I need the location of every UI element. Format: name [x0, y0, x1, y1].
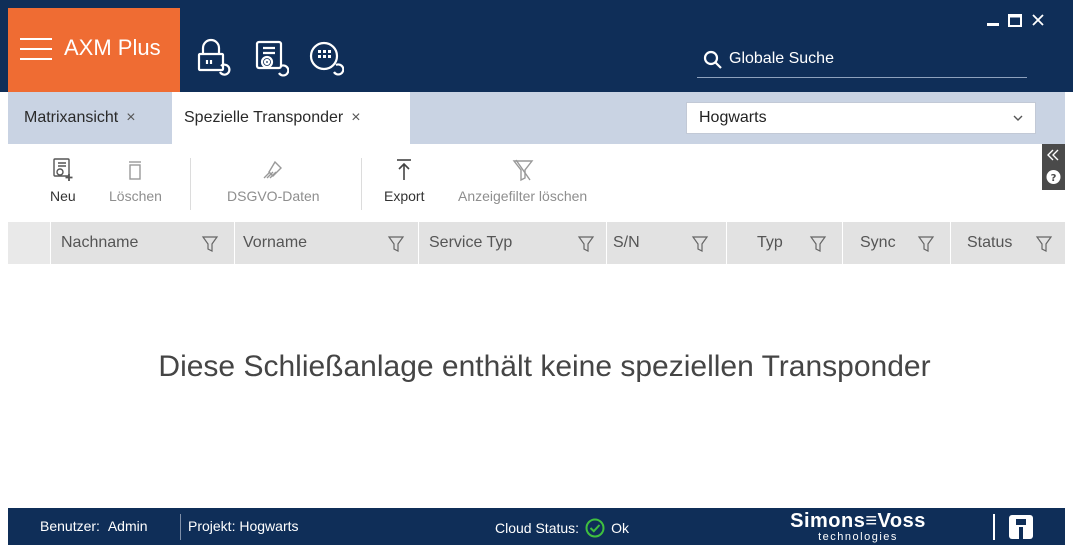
- simonsvoss-logo: Simons≡Voss technologies: [768, 510, 948, 544]
- filter-icon[interactable]: [577, 235, 595, 253]
- row-selector-header[interactable]: [8, 222, 50, 264]
- column-label: Typ: [757, 234, 783, 251]
- app-window: AXM Plus Globale Suche Matrixansicht × S…: [0, 0, 1073, 545]
- column-vorname[interactable]: Vorname: [234, 222, 418, 264]
- toolbar-divider: [361, 158, 362, 210]
- logo-subtitle: technologies: [818, 531, 898, 543]
- global-search[interactable]: Globale Suche: [697, 48, 1027, 78]
- project-label: Projekt:: [188, 518, 236, 534]
- gdpr-label: DSGVO-Daten: [227, 188, 320, 204]
- tab-bar: Matrixansicht × Spezielle Transponder × …: [8, 92, 1065, 144]
- filter-icon[interactable]: [1035, 235, 1053, 253]
- trash-icon: [129, 161, 142, 180]
- project-value: Hogwarts: [239, 518, 299, 534]
- tab-label: Matrixansicht: [24, 109, 119, 126]
- toolbar: Neu Löschen DSGVO-Daten Export Anzeigefi…: [8, 144, 1065, 222]
- filter-icon[interactable]: [387, 235, 405, 253]
- transponder-sync-icon[interactable]: [253, 38, 290, 78]
- cloud-status: Cloud Status: Ok: [495, 518, 629, 538]
- column-label: S/N: [613, 234, 640, 251]
- filter-clear-icon: [512, 159, 534, 182]
- svg-text:?: ?: [1051, 173, 1057, 184]
- new-button[interactable]: Neu: [50, 158, 76, 204]
- search-icon: [703, 50, 722, 69]
- logo-divider: [993, 514, 995, 540]
- side-panel-toggle[interactable]: ?: [1042, 144, 1065, 190]
- column-serial-number[interactable]: S/N: [606, 222, 726, 264]
- filter-icon[interactable]: [201, 235, 219, 253]
- gdpr-icon: [263, 160, 283, 179]
- keypad-sync-icon[interactable]: [308, 38, 345, 78]
- maximize-icon[interactable]: [1007, 12, 1023, 28]
- column-service-typ[interactable]: Service Typ: [418, 222, 606, 264]
- current-project: Projekt: Hogwarts: [188, 518, 299, 534]
- column-label: Nachname: [61, 234, 139, 251]
- tab-close-icon[interactable]: ×: [126, 109, 135, 127]
- toolbar-divider: [190, 158, 191, 210]
- clear-filter-label: Anzeigefilter löschen: [458, 188, 588, 204]
- cloud-value: Ok: [611, 520, 629, 536]
- clear-display-filter-button[interactable]: Anzeigefilter löschen: [458, 158, 587, 204]
- export-icon: [397, 159, 412, 180]
- lock-sync-icon[interactable]: [195, 38, 231, 78]
- column-sync[interactable]: Sync: [842, 222, 950, 264]
- tab-matrix-view[interactable]: Matrixansicht ×: [8, 92, 168, 144]
- app-menu-button[interactable]: AXM Plus: [8, 8, 180, 92]
- grid-header: Nachname Vorname Service Typ S/N Typ Syn…: [8, 222, 1065, 264]
- export-label: Export: [384, 188, 425, 204]
- close-icon[interactable]: [1030, 12, 1046, 28]
- cloud-label: Cloud Status:: [495, 520, 580, 536]
- delete-button[interactable]: Löschen: [109, 158, 162, 204]
- hamburger-icon[interactable]: [20, 38, 52, 60]
- filter-icon[interactable]: [917, 235, 935, 253]
- title-bar: AXM Plus Globale Suche: [0, 0, 1073, 92]
- export-button[interactable]: Export: [384, 158, 424, 204]
- locking-system-select[interactable]: Hogwarts: [686, 102, 1036, 134]
- column-label: Sync: [860, 234, 896, 251]
- column-label: Vorname: [243, 234, 308, 251]
- user-value: Admin: [107, 518, 148, 534]
- column-nachname[interactable]: Nachname: [50, 222, 234, 264]
- check-circle-icon: [585, 518, 605, 538]
- status-bar: Benutzer: Admin Projekt: Hogwarts Cloud …: [8, 508, 1065, 545]
- locking-system-value: Hogwarts: [699, 109, 767, 126]
- tab-close-icon[interactable]: ×: [351, 109, 360, 127]
- column-label: Status: [967, 234, 1013, 251]
- collapse-panel-icon[interactable]: [1047, 149, 1059, 161]
- tab-special-transponders[interactable]: Spezielle Transponder ×: [172, 92, 410, 144]
- current-user: Benutzer: Admin: [40, 518, 148, 534]
- search-label: Globale Suche: [729, 50, 834, 67]
- empty-grid-message: Diese Schließanlage enthält keine spezie…: [158, 350, 931, 383]
- help-icon[interactable]: ?: [1046, 170, 1061, 184]
- delete-label: Löschen: [109, 188, 162, 204]
- logo-name: Simons≡Voss: [790, 510, 926, 532]
- column-label: Service Typ: [429, 234, 513, 251]
- status-divider: [180, 514, 181, 540]
- new-transponder-icon: [53, 158, 73, 181]
- column-status[interactable]: Status: [950, 222, 1065, 264]
- column-typ[interactable]: Typ: [726, 222, 842, 264]
- app-title: AXM Plus: [64, 35, 161, 60]
- tab-label: Spezielle Transponder: [184, 109, 344, 126]
- minimize-icon[interactable]: [985, 12, 1001, 28]
- gdpr-data-button[interactable]: DSGVO-Daten: [227, 158, 320, 204]
- filter-icon[interactable]: [809, 235, 827, 253]
- filter-icon[interactable]: [691, 235, 709, 253]
- new-label: Neu: [50, 188, 76, 204]
- user-label: Benutzer:: [40, 518, 100, 534]
- chevron-down-icon: [1013, 115, 1023, 121]
- logo-mark-icon: [1009, 515, 1033, 539]
